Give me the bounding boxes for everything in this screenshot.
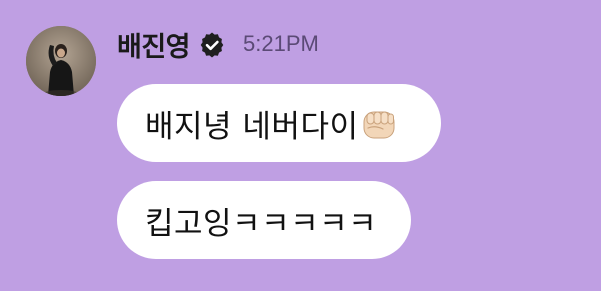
message-header: 배진영 5:21PM <box>117 24 319 64</box>
timestamp: 5:21PM <box>243 31 319 56</box>
oncoming-fist-icon <box>363 111 394 139</box>
avatar[interactable] <box>26 26 96 96</box>
message-bubble[interactable]: 배지녕 네버다이 <box>117 84 441 162</box>
profile-photo <box>26 26 96 96</box>
message-text: 배지녕 네버다이 <box>145 108 359 145</box>
message-text: 킵고잉ㅋㅋㅋㅋㅋ <box>145 205 378 242</box>
chat-message-screen: 배진영 5:21PM 배지녕 네버다이 킵고잉ㅋㅋㅋㅋㅋ <box>0 0 601 291</box>
verified-badge-icon <box>200 32 224 57</box>
sender-name[interactable]: 배진영 <box>117 25 191 64</box>
message-bubble[interactable]: 킵고잉ㅋㅋㅋㅋㅋ <box>117 181 411 259</box>
